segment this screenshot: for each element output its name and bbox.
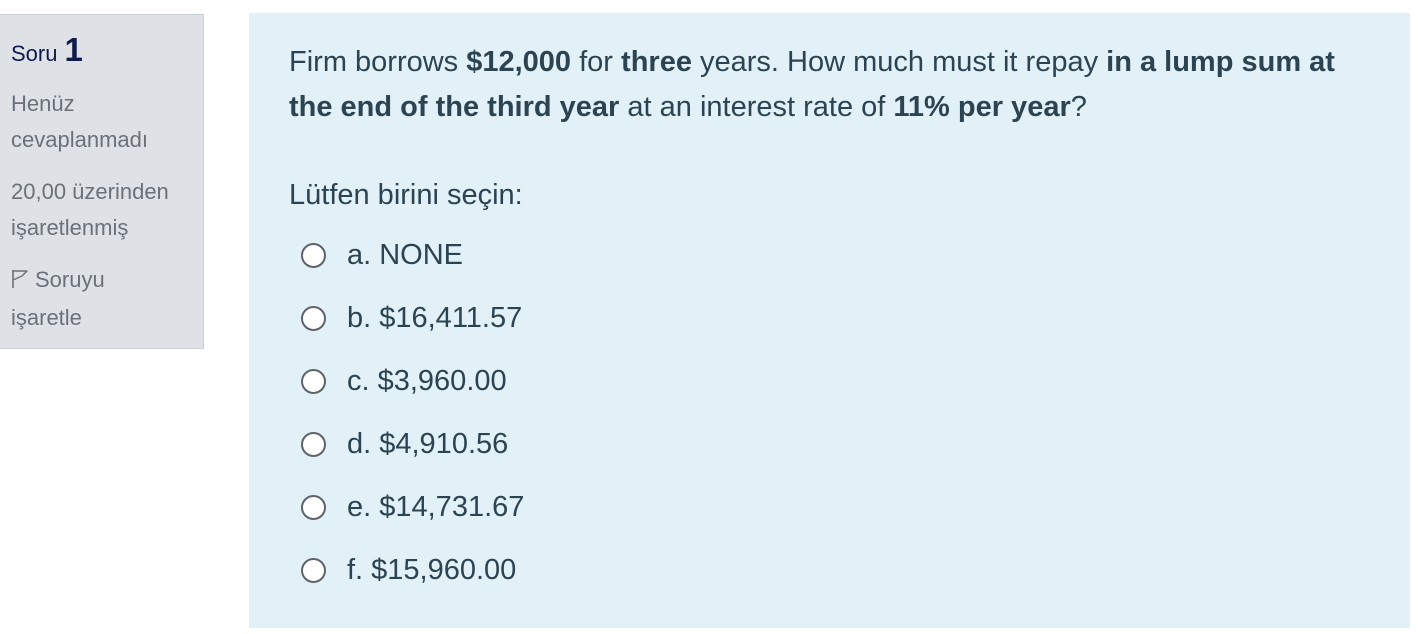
answer-option[interactable]: d. $4,910.56 [289, 413, 1370, 476]
answer-option-label[interactable]: c. $3,960.00 [347, 365, 507, 398]
answer-radio-button[interactable] [301, 243, 326, 268]
question-text-segment: years. How much must it repay [691, 46, 1107, 78]
question-number: 1 [64, 31, 83, 68]
answer-option-label[interactable]: f. $15,960.00 [347, 554, 516, 587]
question-text-segment: Firm borrows [289, 46, 467, 78]
flag-outline-icon [11, 264, 29, 300]
state-line-2: cevaplanmadı [11, 127, 148, 152]
state-line-1: Henüz [11, 91, 75, 116]
question-text-emphasis: three [621, 46, 692, 78]
question-text-segment: ? [1070, 91, 1087, 123]
question-info-panel: Soru 1 Henüz cevaplanmadı 20,00 üzerinde… [0, 14, 204, 349]
question-text-emphasis: 11% per year [893, 91, 1071, 123]
question-text: Firm borrows $12,000 for three years. Ho… [289, 40, 1370, 130]
answer-radio-button[interactable] [301, 495, 326, 520]
grade-line-2: işaretlenmiş [11, 215, 129, 240]
grade-line-1: 20,00 üzerinden [11, 179, 169, 204]
answer-option-label[interactable]: b. $16,411.57 [347, 302, 522, 335]
question-heading: Soru 1 [11, 31, 203, 73]
answer-radio-button[interactable] [301, 369, 326, 394]
question-label: Soru [11, 41, 58, 66]
answer-option[interactable]: a. NONE [289, 224, 1370, 287]
question-text-segment: at an interest rate of [619, 91, 894, 123]
question-state: Henüz cevaplanmadı [11, 86, 203, 158]
flag-line-1: Soruyu [35, 267, 105, 292]
answer-options: a. NONE b. $16,411.57 c. $3,960.00 d. $4,91… [289, 224, 1370, 602]
answer-radio-button[interactable] [301, 432, 326, 457]
answer-radio-button[interactable] [301, 306, 326, 331]
question-content: Firm borrows $12,000 for three years. Ho… [249, 13, 1410, 628]
question-text-emphasis: $12,000 [466, 46, 572, 78]
answer-option[interactable]: e. $14,731.67 [289, 476, 1370, 539]
answer-prompt: Lütfen birini seçin: [289, 179, 523, 211]
question-grade: 20,00 üzerinden işaretlenmiş [11, 174, 203, 246]
answer-option-label[interactable]: d. $4,910.56 [347, 428, 508, 461]
answer-radio-button[interactable] [301, 558, 326, 583]
answer-option[interactable]: b. $16,411.57 [289, 287, 1370, 350]
answer-option[interactable]: f. $15,960.00 [289, 539, 1370, 602]
answer-option[interactable]: c. $3,960.00 [289, 350, 1370, 413]
answer-option-label[interactable]: a. NONE [347, 239, 463, 272]
flag-line-2: işaretle [11, 305, 82, 330]
answer-option-label[interactable]: e. $14,731.67 [347, 491, 524, 524]
question-text-segment: for [571, 46, 622, 78]
flag-question-link[interactable]: Soruyu işaretle [11, 262, 203, 336]
